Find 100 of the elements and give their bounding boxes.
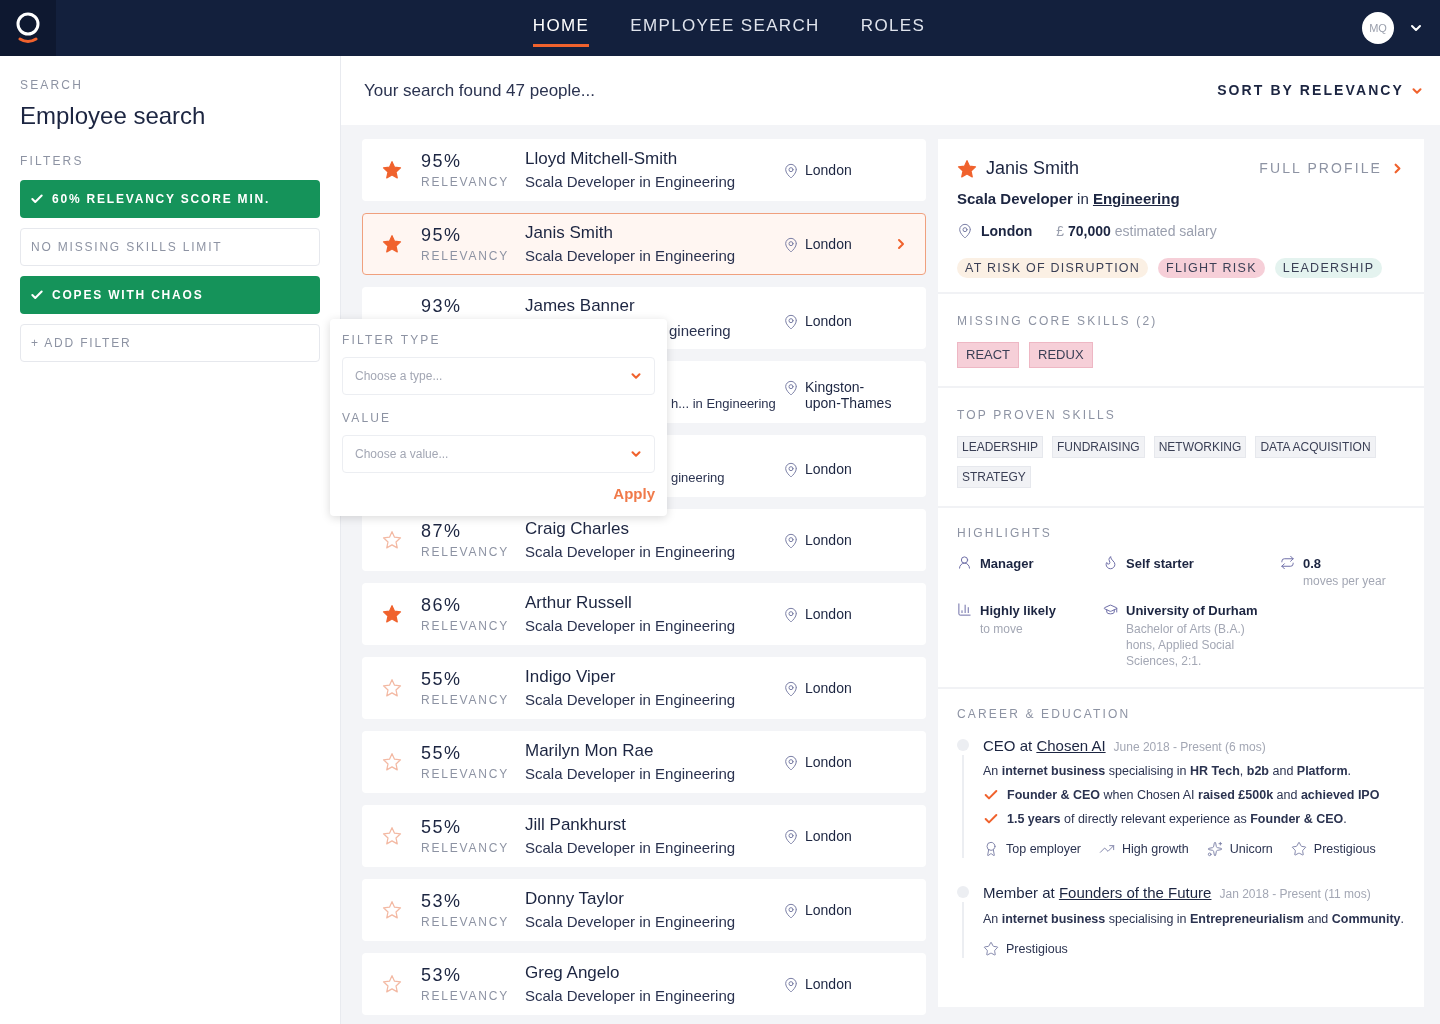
location-text: London — [805, 827, 853, 844]
person-icon — [957, 554, 972, 570]
result-card[interactable]: 86% RELEVANCY Arthur Russell Scala Developer in Engineering London — [362, 583, 926, 645]
missing-skill-tag: REACT — [957, 342, 1020, 368]
career-dates: Jan 2018 - Present (11 mos) — [1219, 886, 1371, 904]
highlight-detail: moves per year — [1303, 573, 1387, 590]
value-select[interactable]: Choose a value... — [342, 435, 655, 473]
location-pin-icon — [783, 902, 799, 919]
filled-star-icon[interactable] — [382, 604, 402, 624]
sparkles-icon — [1206, 840, 1223, 857]
star-icon[interactable] — [382, 900, 402, 920]
result-card[interactable]: 55% RELEVANCY Jill Pankhurst Scala Developer in Engineering London — [362, 805, 926, 867]
relevancy-label: RELEVANCY — [421, 914, 510, 931]
employee-role: Scala Developer in Engineering — [525, 541, 737, 562]
location-pin-icon — [783, 606, 799, 623]
profile-name: Janis Smith — [986, 157, 1080, 180]
star-icon[interactable] — [382, 678, 402, 698]
relevancy-label: RELEVANCY — [421, 544, 510, 561]
result-card[interactable]: 53% RELEVANCY Greg Angelo Scala Developer in Engineering London — [362, 953, 926, 1015]
star-icon[interactable] — [382, 826, 402, 846]
star-icon — [1290, 840, 1307, 857]
filter-chip[interactable]: 60% RELEVANCY SCORE MIN. — [20, 180, 320, 218]
location-pin-icon — [783, 976, 799, 993]
bar-chart-icon — [957, 602, 972, 618]
result-card[interactable]: 53% RELEVANCY Donny Taylor Scala Developer in Engineering London — [362, 879, 926, 941]
logo-icon[interactable] — [15, 12, 41, 44]
filled-star-icon[interactable] — [382, 234, 402, 254]
skill-tag: STRATEGY — [957, 465, 1031, 488]
achievement-text: Founder & CEO when Chosen AI raised £500k and achieved IPO — [1007, 787, 1380, 804]
relevancy-label: RELEVANCY — [421, 840, 510, 857]
result-card[interactable]: 95% RELEVANCY Lloyd Mitchell-Smith Scala Developer in Engineering London — [362, 139, 926, 201]
page-title: Employee search — [20, 101, 207, 131]
location-text: London — [805, 460, 853, 477]
relevancy-label: RELEVANCY — [421, 618, 510, 635]
result-card[interactable]: 55% RELEVANCY Marilyn Mon Rae Scala Developer in Engineering London — [362, 731, 926, 793]
department-link[interactable]: Engineering — [1092, 190, 1180, 207]
location-text: London — [805, 531, 853, 548]
location-pin-icon — [783, 461, 799, 478]
career-dates: June 2018 - Present (6 mos) — [1113, 738, 1266, 756]
employee-role: Scala Developer in Engineering — [525, 171, 737, 192]
location-text: London — [805, 312, 853, 329]
check-icon — [30, 288, 44, 302]
filled-star-icon[interactable] — [957, 158, 977, 179]
relevancy-label: RELEVANCY — [421, 766, 510, 783]
repeat-arrows-icon — [1280, 554, 1295, 570]
company-link[interactable]: Founders of the Future — [1058, 884, 1212, 902]
highlight-detail: Bachelor of Arts (B.A.) hons, Applied Social Sciences, 2:1. — [1126, 620, 1246, 669]
status-tag: LEADERSHIP — [1274, 257, 1383, 279]
result-card[interactable]: 95% RELEVANCY Janis Smith Scala Developer in Engineering London — [362, 213, 926, 275]
company-badge-label: Prestigious — [1006, 940, 1068, 958]
result-card[interactable]: 55% RELEVANCY Indigo Viper Scala Developer in Engineering London — [362, 657, 926, 719]
graduation-cap-icon — [1103, 602, 1118, 618]
section-label: HIGHLIGHTS — [957, 524, 1053, 542]
employee-role: h... in Engineering — [671, 395, 777, 413]
location-text: London — [805, 235, 853, 252]
location-pin-icon — [783, 680, 799, 697]
location-pin-icon — [783, 380, 799, 396]
employee-role: Scala Developer in Engineering — [525, 837, 737, 858]
filter-chip[interactable]: COPES WITH CHAOS — [20, 276, 320, 314]
section-label: CAREER & EDUCATION — [957, 705, 1132, 723]
employee-role: gineering — [671, 469, 726, 487]
employee-name: Arthur Russell — [525, 591, 633, 614]
location-pin-icon — [783, 162, 799, 179]
filled-star-icon[interactable] — [382, 160, 402, 180]
employee-name: Greg Angelo — [525, 961, 621, 984]
location-text: London — [805, 605, 853, 622]
employee-name: Jill Pankhurst — [525, 813, 628, 836]
highlight-title: Highly likely — [980, 602, 1057, 621]
nav-link[interactable]: HOME — [532, 8, 590, 48]
employee-name: Janis Smith — [525, 221, 614, 244]
company-badge-label: Prestigious — [1313, 840, 1376, 858]
relevancy-percent: 87% — [421, 520, 463, 543]
section-label: MISSING CORE SKILLS (2) — [957, 313, 1159, 331]
highlight-title: Self starter — [1126, 554, 1194, 573]
skill-tag: DATA ACQUISITION — [1255, 435, 1376, 458]
type-select[interactable]: Choose a type... — [342, 357, 655, 395]
company-link[interactable]: Chosen AI — [1036, 736, 1106, 754]
relevancy-label: RELEVANCY — [421, 248, 510, 265]
nav-link[interactable]: EMPLOYEE SEARCH — [630, 8, 820, 48]
relevancy-label: RELEVANCY — [421, 988, 510, 1005]
star-icon[interactable] — [382, 974, 402, 994]
location-pin-icon — [783, 754, 799, 771]
employee-name: Indigo Viper — [525, 665, 617, 688]
location-text: Kingston-upon-Thames — [805, 379, 893, 411]
result-card[interactable]: 87% RELEVANCY Craig Charles Scala Developer in Engineering London — [362, 509, 926, 571]
star-icon[interactable] — [382, 530, 402, 550]
relevancy-percent: 53% — [421, 890, 463, 913]
location-text: London — [805, 161, 853, 178]
missing-skill-tag: REDUX — [1029, 342, 1093, 368]
star-icon[interactable] — [382, 752, 402, 772]
employee-name: Marilyn Mon Rae — [525, 739, 655, 762]
field-label: VALUE — [342, 410, 393, 427]
career-title: Member at Founders of the Future — [983, 883, 1212, 904]
sort-dropdown[interactable]: SORT BY RELEVANCY — [1217, 80, 1424, 101]
location-pin-icon — [783, 236, 799, 253]
flame-icon — [1103, 554, 1118, 570]
nav-link[interactable]: ROLES — [860, 8, 926, 48]
highlight-title: 0.8 — [1303, 554, 1323, 573]
company-badge-label: Top employer — [1006, 840, 1082, 858]
relevancy-percent: 95% — [421, 224, 463, 247]
